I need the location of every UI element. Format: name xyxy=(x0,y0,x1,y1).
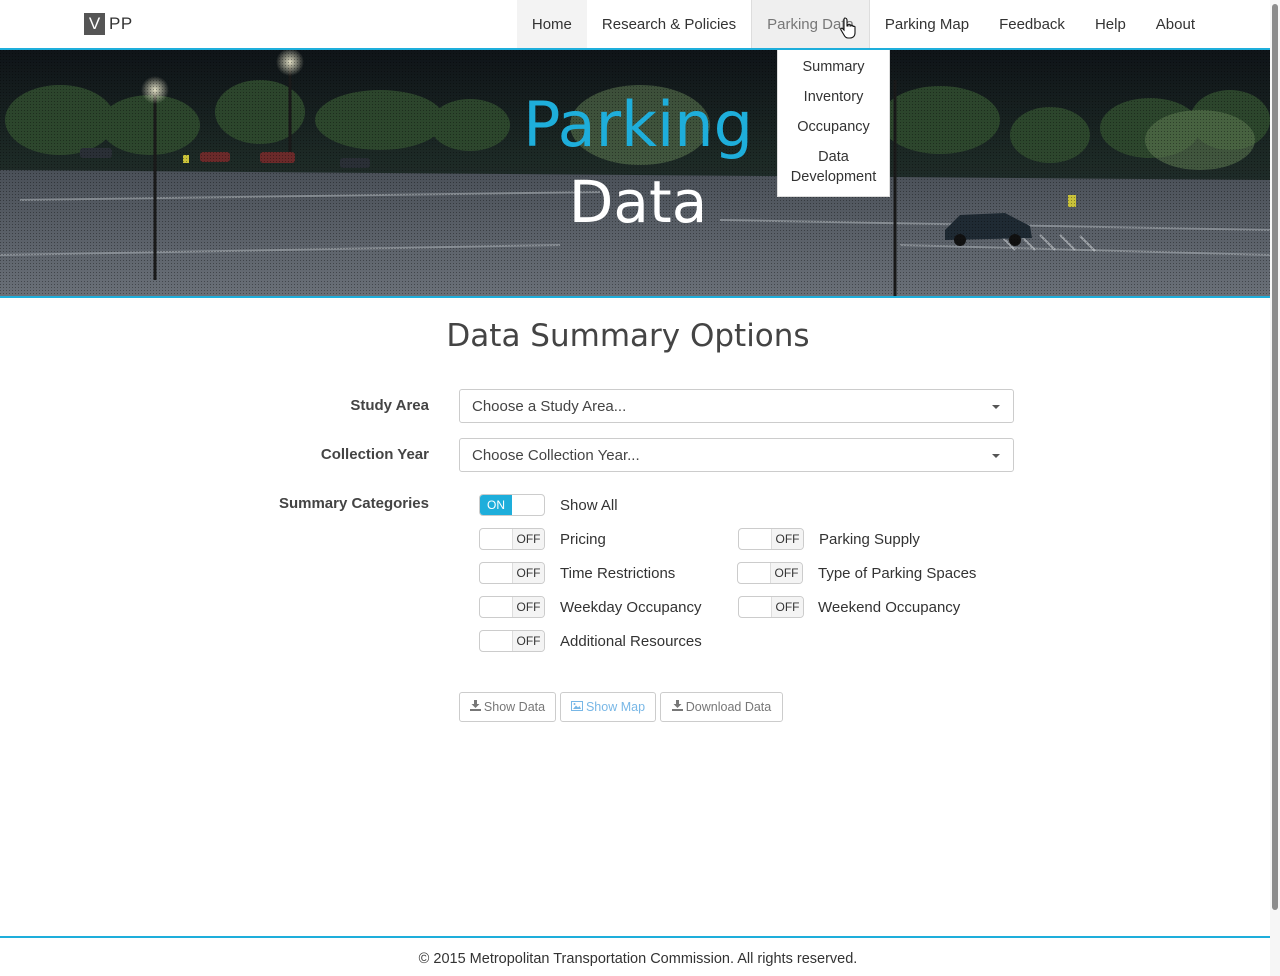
toggle-off-label: OFF xyxy=(770,563,802,583)
chevron-down-icon xyxy=(992,405,1000,409)
type-of-parking-spaces-toggle[interactable]: OFF xyxy=(737,562,803,584)
nav-help[interactable]: Help xyxy=(1080,0,1141,48)
nav-about[interactable]: About xyxy=(1141,0,1210,48)
nav-home[interactable]: Home xyxy=(516,0,587,48)
pricing-toggle[interactable]: OFF xyxy=(479,528,545,550)
dropdown-item-data-development[interactable]: Data Development xyxy=(778,142,889,192)
image-icon xyxy=(570,700,583,714)
toggle-off-label: OFF xyxy=(512,631,544,651)
dropdown-item-occupancy[interactable]: Occupancy xyxy=(778,112,889,142)
weekend-occupancy-label: Weekend Occupancy xyxy=(818,599,961,616)
study-area-value: Choose a Study Area... xyxy=(472,397,627,415)
parking-supply-toggle[interactable]: OFF xyxy=(738,528,804,550)
top-navbar: V PP Home Research & Policies Parking Da… xyxy=(0,0,1270,50)
show-all-label: Show All xyxy=(560,497,618,514)
pricing-label: Pricing xyxy=(560,531,606,548)
time-restrictions-toggle[interactable]: OFF xyxy=(479,562,545,584)
toggle-off-label: OFF xyxy=(771,529,803,549)
copyright-text: © 2015 Metropolitan Transportation Commi… xyxy=(418,951,858,967)
weekday-occupancy-label: Weekday Occupancy xyxy=(560,599,702,616)
weekend-occupancy-toggle[interactable]: OFF xyxy=(738,596,804,618)
study-area-select[interactable]: Choose a Study Area... xyxy=(459,389,1014,423)
logo-text: PP xyxy=(109,14,133,33)
logo-box: V xyxy=(84,13,105,35)
study-area-label: Study Area xyxy=(350,397,429,414)
download-icon xyxy=(469,700,481,714)
collection-year-value: Choose Collection Year... xyxy=(472,446,640,464)
dropdown-item-inventory[interactable]: Inventory xyxy=(778,82,889,112)
download-data-label: Download Data xyxy=(685,700,772,714)
hand-cursor-icon xyxy=(840,17,856,44)
page-title: Data Summary Options xyxy=(446,318,810,354)
toggle-off-label: OFF xyxy=(512,597,544,617)
toggle-off-label: OFF xyxy=(512,529,544,549)
hero-banner: Parking Data xyxy=(0,50,1270,298)
hero-title-data: Data xyxy=(568,168,708,236)
type-of-parking-spaces-label: Type of Parking Spaces xyxy=(818,565,977,582)
toggle-on-label: ON xyxy=(480,495,512,515)
show-data-label: Show Data xyxy=(483,700,546,714)
show-map-button[interactable]: Show Map xyxy=(560,692,656,722)
toggle-off-label: OFF xyxy=(771,597,803,617)
additional-resources-label: Additional Resources xyxy=(560,633,702,650)
download-icon xyxy=(671,700,683,714)
download-data-button[interactable]: Download Data xyxy=(660,692,783,722)
nav-feedback[interactable]: Feedback xyxy=(984,0,1080,48)
nav-research-policies[interactable]: Research & Policies xyxy=(587,0,751,48)
vertical-scrollbar[interactable] xyxy=(1270,0,1280,976)
summary-categories-label: Summary Categories xyxy=(278,495,429,512)
additional-resources-toggle[interactable]: OFF xyxy=(479,630,545,652)
hero-title-parking: Parking xyxy=(523,88,753,161)
scrollbar-thumb[interactable] xyxy=(1272,4,1278,910)
parking-supply-label: Parking Supply xyxy=(819,531,920,548)
chevron-down-icon xyxy=(992,454,1000,458)
time-restrictions-label: Time Restrictions xyxy=(560,565,676,582)
site-logo[interactable]: V PP xyxy=(84,13,133,35)
footer: © 2015 Metropolitan Transportation Commi… xyxy=(0,936,1270,976)
show-map-label: Show Map xyxy=(585,700,646,714)
collection-year-label: Collection Year xyxy=(320,446,429,463)
dropdown-item-summary[interactable]: Summary xyxy=(778,52,889,82)
weekday-occupancy-toggle[interactable]: OFF xyxy=(479,596,545,618)
parking-data-dropdown: Summary Inventory Occupancy Data Develop… xyxy=(777,50,890,197)
toggle-off-label: OFF xyxy=(512,563,544,583)
show-all-toggle[interactable]: ON xyxy=(479,494,545,516)
show-data-button[interactable]: Show Data xyxy=(459,692,556,722)
main-nav: Home Research & Policies Parking Data Pa… xyxy=(516,0,1210,48)
collection-year-select[interactable]: Choose Collection Year... xyxy=(459,438,1014,472)
nav-parking-map[interactable]: Parking Map xyxy=(870,0,984,48)
